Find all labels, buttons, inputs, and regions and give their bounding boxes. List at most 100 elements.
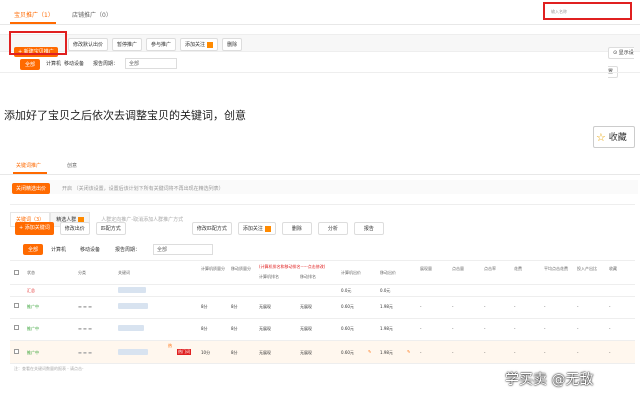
pause-button[interactable]: 暂停推广 [112,38,143,51]
report-button[interactable]: 报告 [353,222,384,235]
search-input[interactable]: 输入名称 [543,2,632,20]
col-m-score[interactable]: 移动质量分 [231,266,251,272]
col-m-bid[interactable]: 移动出价 [380,270,396,276]
col-collect[interactable]: 收藏 [609,266,617,272]
batch-hint: 开启 （关闭该设置，设置后该计划下所有关键词将不再出现在精选列表） [62,186,224,192]
divider [10,363,635,364]
row-m-rank[interactable]: 无展现 [300,304,312,310]
summary-m-bid: 0.0元 [380,288,391,293]
row-ctr: - [484,350,486,355]
col-pc-bid[interactable]: 计算机出价 [341,270,361,276]
divider [10,296,635,297]
row-clicks: - [452,326,454,331]
summary-pc-bid: 0.0元 [341,288,352,293]
row-collect: - [609,326,611,331]
keyword-blurred [118,287,146,293]
start-button[interactable]: 参与推广 [146,38,177,51]
delete-button[interactable]: 删除 [281,222,312,235]
device-pc[interactable]: 计算机 [46,60,61,67]
row-m-rank[interactable]: 无展现 [300,350,312,356]
row-clicks: - [452,350,454,355]
row-pc-score: 8分 [201,304,208,309]
period-label: 报告周期： [93,61,119,67]
row-pc-rank[interactable]: 无展现 [259,350,271,356]
col-pc-rank[interactable]: 计算机排名 [259,274,279,280]
divider [10,284,635,285]
row-m-score: 8分 [231,350,238,355]
col-category[interactable]: 分类 [78,270,86,276]
period-select[interactable]: 全部 [125,58,177,69]
top-screenshot: 宝贝推广（1） 店铺推广（0） 输入名称 + 新建宝贝推广 修改默认出价 暂停推… [0,0,640,78]
delete-button[interactable]: 删除 [222,38,243,51]
tab-creative[interactable]: 创意 [67,162,77,169]
keyword-toolbar: + 添加关键词 修改出价 匹配方式 修改匹配方式 添加关注 删除 分析 报告 [15,222,384,235]
period-label: 报告周期： [115,247,141,253]
col-clicks[interactable]: 点击量 [452,266,464,272]
col-pc-score[interactable]: 计算机质量分 [201,266,225,272]
device-mobile[interactable]: 移动设备 [64,60,84,67]
col-cost[interactable]: 花费 [514,266,522,272]
row-ctr: - [484,304,486,309]
modify-bid-dropdown[interactable]: 修改出价 [59,222,90,235]
row-pc-bid[interactable]: 0.60元 [341,304,354,310]
col-roi[interactable]: 投入产出比 [577,266,597,272]
row-collect: - [609,304,611,309]
collect-button[interactable]: ☆ 收藏 [593,126,635,148]
close-selected-bid-button[interactable]: 关闭精选出价 [12,183,51,194]
change-match-button[interactable]: 修改匹配方式 [191,222,232,235]
row-pc-score: 8分 [201,326,208,331]
search-placeholder: 输入名称 [551,9,567,14]
row-impressions: - [420,304,422,309]
follow-label: 添加关注 [242,226,263,232]
row-status: 推广中 [27,350,39,355]
row-m-rank[interactable]: 无展现 [300,326,312,332]
row-pc-bid[interactable]: 0.60元 [341,326,354,332]
col-impressions[interactable]: 展现量 [420,266,432,272]
filter-all-chip[interactable]: 全部 [20,59,41,70]
row-checkbox[interactable] [14,349,19,354]
filter-all-chip[interactable]: 全部 [23,244,44,255]
row-category: ▬ ▬ ▬ [78,304,92,309]
period-select[interactable]: 全部 [153,244,213,255]
tab-keyword-promotion[interactable]: 关键词推广 [16,162,41,169]
col-status[interactable]: 状态 [27,270,35,276]
analyze-button[interactable]: 分析 [317,222,348,235]
follow-icon [264,225,271,232]
col-avg-cost[interactable]: 平均点击花费 [544,266,568,272]
row-cost: - [514,304,516,309]
tab-product-promotion[interactable]: 宝贝推广（1） [14,10,54,19]
keyword-blurred [118,303,148,309]
col-ctr[interactable]: 点击率 [484,266,496,272]
add-keyword-button[interactable]: + 添加关键词 [15,222,54,235]
follow-icon [207,41,214,48]
row-m-bid[interactable]: 1.98元 [380,326,393,332]
device-mobile[interactable]: 移动设备 [80,246,100,253]
row-pc-rank[interactable]: 无展现 [259,304,271,310]
row-pc-rank[interactable]: 无展现 [259,326,271,332]
row-checkbox[interactable] [14,303,19,308]
col-keyword[interactable]: 关键词 [118,270,130,276]
row-roi: - [577,304,579,309]
row-checkbox[interactable] [14,325,19,330]
row-status: 推广中 [27,304,39,309]
row-avg: - [544,326,546,331]
edit-pencil-icon[interactable]: ✎ [368,349,371,354]
device-pc[interactable]: 计算机 [51,246,66,253]
follow-button[interactable]: 添加关注 [180,38,219,51]
footer-note: 注：查看在关键词数量的报表 - 请点击- [14,366,84,371]
row-collect: - [609,350,611,355]
edit-pencil-icon[interactable]: ✎ [407,349,410,354]
modify-bid-button[interactable]: 修改默认出价 [68,38,109,51]
follow-label: 添加关注 [185,42,206,48]
follow-button[interactable]: 添加关注 [237,222,276,235]
select-all-checkbox[interactable] [14,270,19,275]
row-m-bid[interactable]: 1.98元 [380,304,393,310]
col-m-rank[interactable]: 移动排名 [300,274,316,280]
row-m-bid[interactable]: 1.98元 [380,350,393,356]
row-status: 推广中 [27,326,39,331]
batch-row: 关闭精选出价 开启 （关闭该设置，设置后该计划下所有关键词将不再出现在精选列表） [10,180,638,194]
row-pc-bid[interactable]: 0.60元 [341,350,354,356]
match-mode-dropdown[interactable]: 匹配方式 [95,222,126,235]
divider [0,174,640,175]
tab-shop-promotion[interactable]: 店铺推广（0） [72,10,112,19]
